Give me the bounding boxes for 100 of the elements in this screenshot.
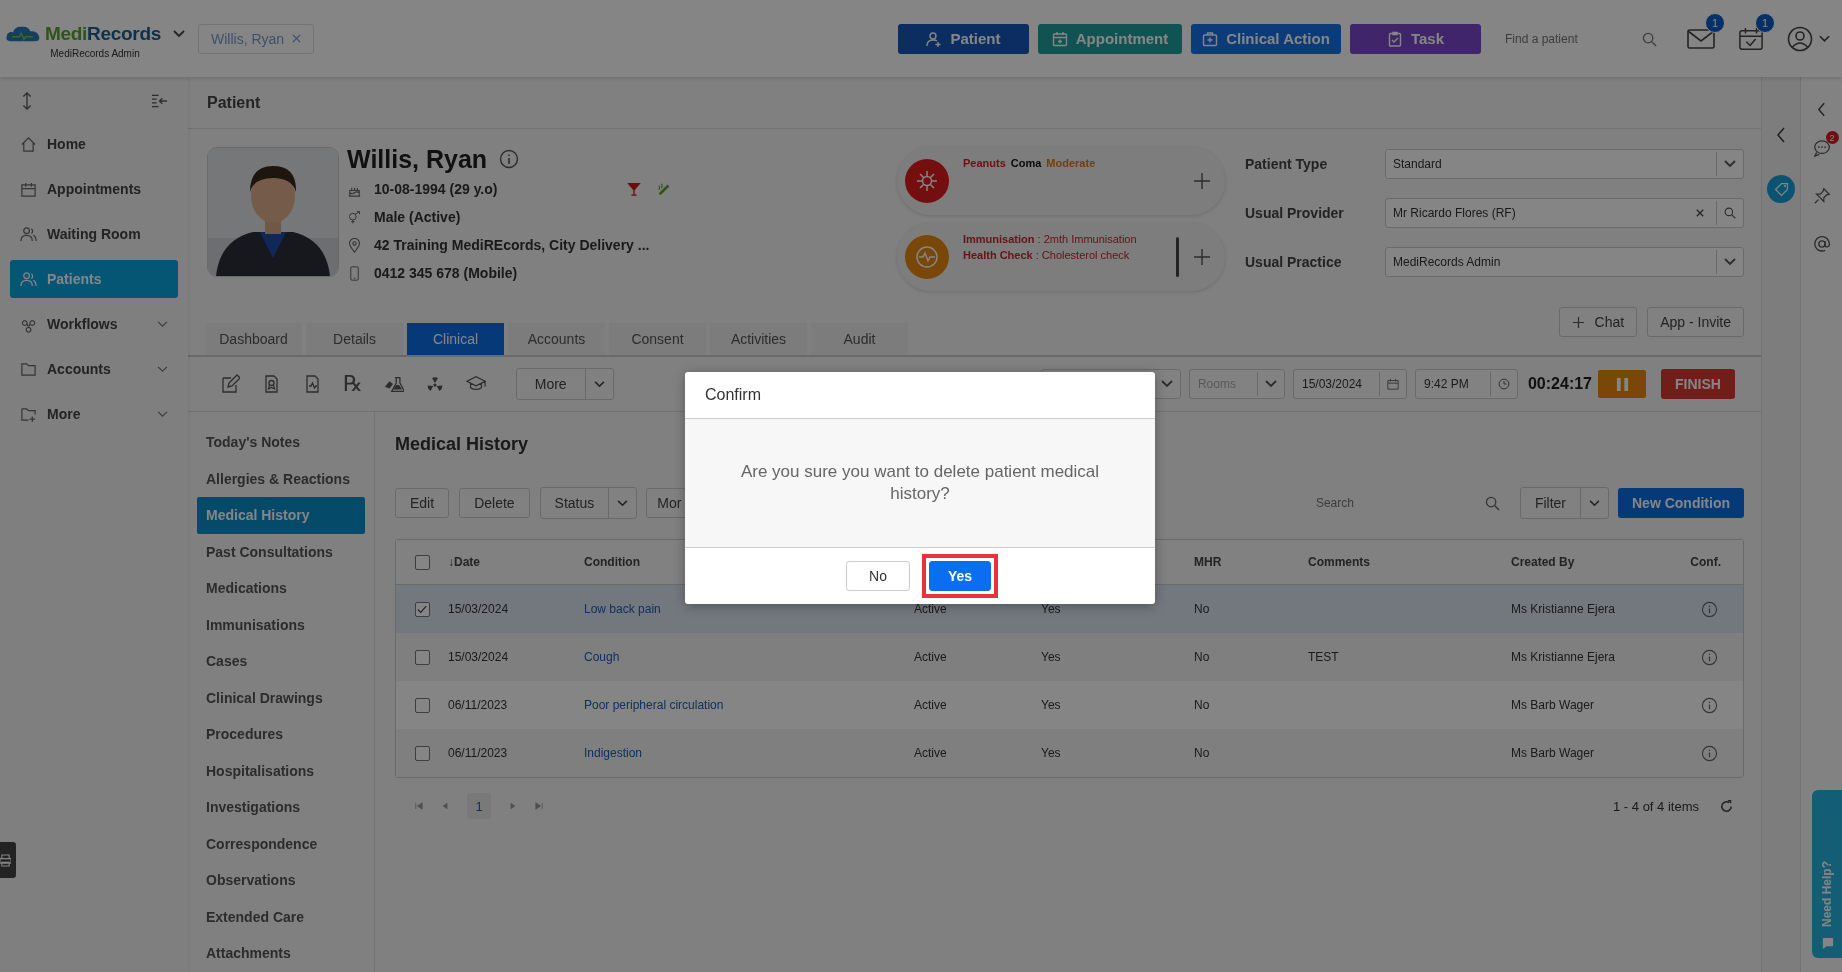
close-icon[interactable] bbox=[292, 34, 302, 43]
info-icon[interactable] bbox=[1701, 696, 1718, 714]
edit-note-icon[interactable] bbox=[220, 374, 240, 394]
print-tab[interactable] bbox=[0, 842, 16, 878]
tab[interactable]: Dashboard bbox=[205, 323, 302, 355]
checkbox[interactable] bbox=[414, 697, 430, 713]
new-condition-button[interactable]: New Condition bbox=[1618, 488, 1744, 518]
clear-icon[interactable] bbox=[1696, 209, 1704, 217]
calendar-icon[interactable] bbox=[1386, 378, 1399, 390]
status-dropdown-button[interactable]: Status bbox=[539, 487, 638, 519]
plus-icon[interactable] bbox=[1193, 248, 1211, 266]
chevron-down-icon[interactable] bbox=[617, 499, 629, 507]
chevron-down-icon[interactable] bbox=[1264, 378, 1277, 390]
finish-button[interactable]: FINISH bbox=[1661, 369, 1735, 399]
chevron-down-icon[interactable] bbox=[157, 410, 168, 418]
search-field[interactable]: Search bbox=[1307, 489, 1508, 517]
condition-link[interactable]: Indigestion bbox=[584, 746, 914, 760]
brand-name[interactable]: MediRecords bbox=[45, 22, 161, 45]
patient-tab-chip[interactable]: Willis, Ryan bbox=[198, 23, 315, 54]
info-icon[interactable] bbox=[1701, 744, 1718, 762]
previous-page-icon[interactable] bbox=[441, 802, 449, 810]
checkbox[interactable] bbox=[414, 554, 430, 570]
table-row[interactable]: 15/03/2024 Cough Active Yes No TEST Ms Kristianne Ejera bbox=[396, 633, 1743, 681]
plus-icon[interactable] bbox=[1193, 172, 1211, 190]
section-nav-item[interactable]: Attachments bbox=[197, 935, 365, 972]
expand-vertical-icon[interactable] bbox=[22, 92, 32, 110]
checkbox[interactable] bbox=[414, 649, 430, 665]
alert-card[interactable]: Immunisation : 2mth Immunisation Health Check : Cholesterol check bbox=[897, 223, 1225, 291]
clock-icon[interactable] bbox=[1497, 378, 1510, 390]
section-nav-item[interactable]: Medications bbox=[197, 570, 365, 607]
chevron-down-icon[interactable] bbox=[1160, 378, 1173, 390]
chevron-down-icon[interactable] bbox=[1724, 158, 1736, 170]
checkbox[interactable] bbox=[414, 745, 430, 761]
section-nav-item[interactable]: Clinical Drawings bbox=[197, 679, 365, 716]
tab[interactable]: Clinical bbox=[407, 323, 504, 355]
quick-action-button[interactable]: Patient bbox=[898, 23, 1029, 54]
section-nav-item[interactable]: Cases bbox=[197, 643, 365, 680]
first-page-icon[interactable] bbox=[415, 802, 423, 810]
column-header[interactable]: Created By bbox=[1511, 555, 1689, 569]
section-nav-item[interactable]: Correspondence bbox=[197, 825, 365, 862]
outline-button[interactable]: Chat bbox=[1558, 307, 1638, 337]
scrollbar[interactable] bbox=[1176, 237, 1179, 277]
section-nav-item[interactable]: Medical History bbox=[197, 497, 365, 534]
find-patient-field[interactable]: Find a patient bbox=[1497, 23, 1665, 54]
chat-icon[interactable] bbox=[1812, 139, 1831, 157]
sidebar-item[interactable]: Waiting Room bbox=[10, 215, 178, 253]
quick-action-button[interactable]: Appointment bbox=[1038, 23, 1182, 54]
section-nav-item[interactable]: Investigations bbox=[197, 789, 365, 826]
tab[interactable]: Details bbox=[306, 323, 403, 355]
mail-icon[interactable] bbox=[1687, 26, 1715, 51]
tab[interactable]: Accounts bbox=[508, 323, 605, 355]
dialog-button[interactable]: Yes bbox=[929, 561, 991, 591]
toolbar-button[interactable]: Delete bbox=[459, 488, 530, 518]
user-avatar-icon[interactable] bbox=[1787, 25, 1813, 52]
quick-action-button[interactable]: Clinical Action bbox=[1191, 23, 1341, 54]
section-nav-item[interactable]: Procedures bbox=[197, 716, 365, 753]
quick-action-button[interactable]: Task bbox=[1350, 23, 1481, 54]
sidebar-item[interactable]: Appointments bbox=[10, 170, 178, 208]
dialog-button[interactable]: No bbox=[846, 561, 910, 591]
tab[interactable]: Activities bbox=[710, 323, 807, 355]
condition-link[interactable]: Poor peripheral circulation bbox=[584, 698, 914, 712]
chevron-down-icon[interactable] bbox=[1819, 34, 1830, 43]
pause-button[interactable] bbox=[1598, 370, 1646, 398]
chevron-down-icon[interactable] bbox=[173, 29, 185, 38]
info-icon[interactable] bbox=[499, 149, 520, 169]
chevron-down-icon[interactable] bbox=[1589, 499, 1600, 507]
more-dropdown-button[interactable]: More bbox=[515, 368, 614, 400]
section-nav-item[interactable]: Hospitalisations bbox=[197, 752, 365, 789]
filter-dropdown-button[interactable]: Filter bbox=[1519, 487, 1609, 519]
prescription-symbol[interactable]: ℞ bbox=[343, 374, 363, 394]
lookup-field[interactable]: Mr Ricardo Flores (RF) bbox=[1385, 198, 1744, 228]
search-icon[interactable] bbox=[1724, 207, 1736, 219]
tag-icon[interactable] bbox=[1767, 175, 1795, 203]
table-row[interactable]: 06/11/2023 Poor peripheral circulation Active Yes No Ms Barb Wager bbox=[396, 681, 1743, 729]
alert-card[interactable]: Peanuts Coma Moderate bbox=[897, 147, 1225, 215]
page-number[interactable]: 1 bbox=[467, 793, 491, 819]
calendar-check-icon[interactable] bbox=[1737, 26, 1765, 51]
tab[interactable]: Consent bbox=[609, 323, 706, 355]
date-field[interactable]: 15/03/2024 bbox=[1292, 369, 1407, 399]
chevron-down-icon[interactable] bbox=[157, 320, 168, 328]
lab-flask-icon[interactable] bbox=[383, 374, 404, 394]
sidebar-item[interactable]: Patients bbox=[10, 260, 178, 298]
section-nav-item[interactable]: Immunisations bbox=[197, 606, 365, 643]
chevron-down-icon[interactable] bbox=[1724, 256, 1736, 268]
toolbar-button[interactable]: Edit bbox=[395, 488, 450, 518]
chevron-left-icon[interactable] bbox=[1776, 127, 1786, 143]
section-nav-item[interactable]: Allergies & Reactions bbox=[197, 460, 365, 497]
chevron-left-icon[interactable] bbox=[1817, 102, 1826, 117]
outline-button[interactable]: App - Invite bbox=[1647, 307, 1744, 337]
chevron-down-icon[interactable] bbox=[157, 365, 168, 373]
tab[interactable]: Audit bbox=[811, 323, 908, 355]
column-header[interactable]: Conf. bbox=[1690, 555, 1743, 569]
condition-link[interactable]: Cough bbox=[584, 650, 914, 664]
condition-link[interactable]: Low back pain bbox=[584, 602, 914, 616]
sidebar-item[interactable]: Home bbox=[10, 125, 178, 163]
next-page-icon[interactable] bbox=[509, 802, 517, 810]
checkbox[interactable] bbox=[414, 601, 430, 617]
sidebar-item[interactable]: Workflows bbox=[10, 305, 178, 343]
info-icon[interactable] bbox=[1701, 600, 1718, 618]
table-row[interactable]: 06/11/2023 Indigestion Active Yes No Ms Barb Wager bbox=[396, 729, 1743, 777]
